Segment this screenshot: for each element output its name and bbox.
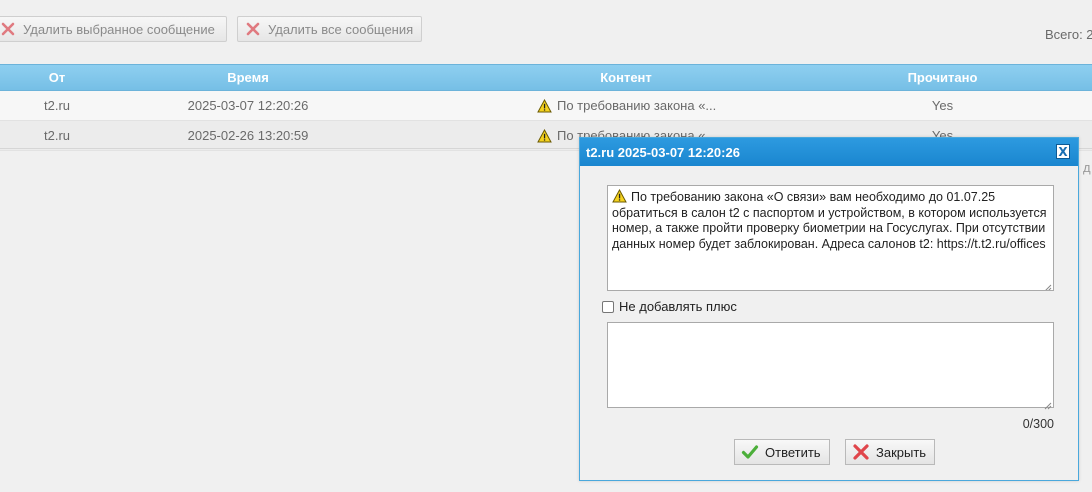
resize-grip-icon[interactable] <box>1044 398 1052 410</box>
close-button[interactable]: Закрыть <box>845 439 935 465</box>
reply-button[interactable]: Ответить <box>734 439 830 465</box>
delete-selected-label: Удалить выбранное сообщение <box>23 21 215 37</box>
delete-x-icon <box>244 20 262 38</box>
table-header: От Время Контент Прочитано <box>0 64 1092 91</box>
char-counter: 0/300 <box>1022 417 1054 431</box>
header-content[interactable]: Контент <box>382 65 870 90</box>
close-button-label: Закрыть <box>876 444 927 460</box>
no-plus-option[interactable]: Не добавлять плюс <box>602 299 737 314</box>
cell-from: t2.ru <box>43 128 70 143</box>
x-icon <box>852 443 870 461</box>
clipped-text: д <box>1083 160 1091 175</box>
resize-grip-icon[interactable] <box>1044 281 1052 290</box>
total-count: Всего: 2 <box>1045 27 1092 42</box>
cell-time: 2025-02-26 13:20:59 <box>187 128 309 143</box>
reply-button-label: Ответить <box>765 444 821 460</box>
toolbar: Удалить выбранное сообщение Удалить все … <box>0 0 1092 60</box>
cell-content: По требованию закона «... <box>382 91 870 120</box>
cell-time: 2025-03-07 12:20:26 <box>187 98 309 113</box>
delete-x-icon <box>0 20 17 38</box>
header-read[interactable]: Прочитано <box>870 65 1015 90</box>
warning-icon <box>537 98 552 113</box>
dialog-title-bar[interactable]: t2.ru 2025-03-07 12:20:26 X <box>580 138 1078 166</box>
delete-all-label: Удалить все сообщения <box>268 21 414 37</box>
no-plus-label: Не добавлять плюс <box>619 299 737 314</box>
delete-selected-button[interactable]: Удалить выбранное сообщение <box>0 16 227 42</box>
check-icon <box>741 443 759 461</box>
dialog-close-icon[interactable]: X <box>1056 144 1070 159</box>
dialog-title: t2.ru 2025-03-07 12:20:26 <box>586 144 740 160</box>
message-text-area[interactable]: По требованию закона «О связи» вам необх… <box>607 185 1054 291</box>
no-plus-checkbox[interactable] <box>602 300 614 313</box>
warning-icon <box>537 128 552 143</box>
message-dialog: t2.ru 2025-03-07 12:20:26 X По требовани… <box>579 137 1079 481</box>
message-text: По требованию закона «О связи» вам необх… <box>612 190 1047 251</box>
cell-read: Yes <box>931 98 954 113</box>
header-time[interactable]: Время <box>114 65 382 90</box>
delete-all-button[interactable]: Удалить все сообщения <box>237 16 422 42</box>
header-from[interactable]: От <box>0 65 114 90</box>
warning-icon <box>612 188 627 203</box>
reply-textarea[interactable] <box>607 322 1054 410</box>
cell-content-text: По требованию закона «... <box>557 98 717 113</box>
cell-from: t2.ru <box>43 98 70 113</box>
table-row[interactable]: t2.ru 2025-03-07 12:20:26 По требованию … <box>0 91 1092 121</box>
